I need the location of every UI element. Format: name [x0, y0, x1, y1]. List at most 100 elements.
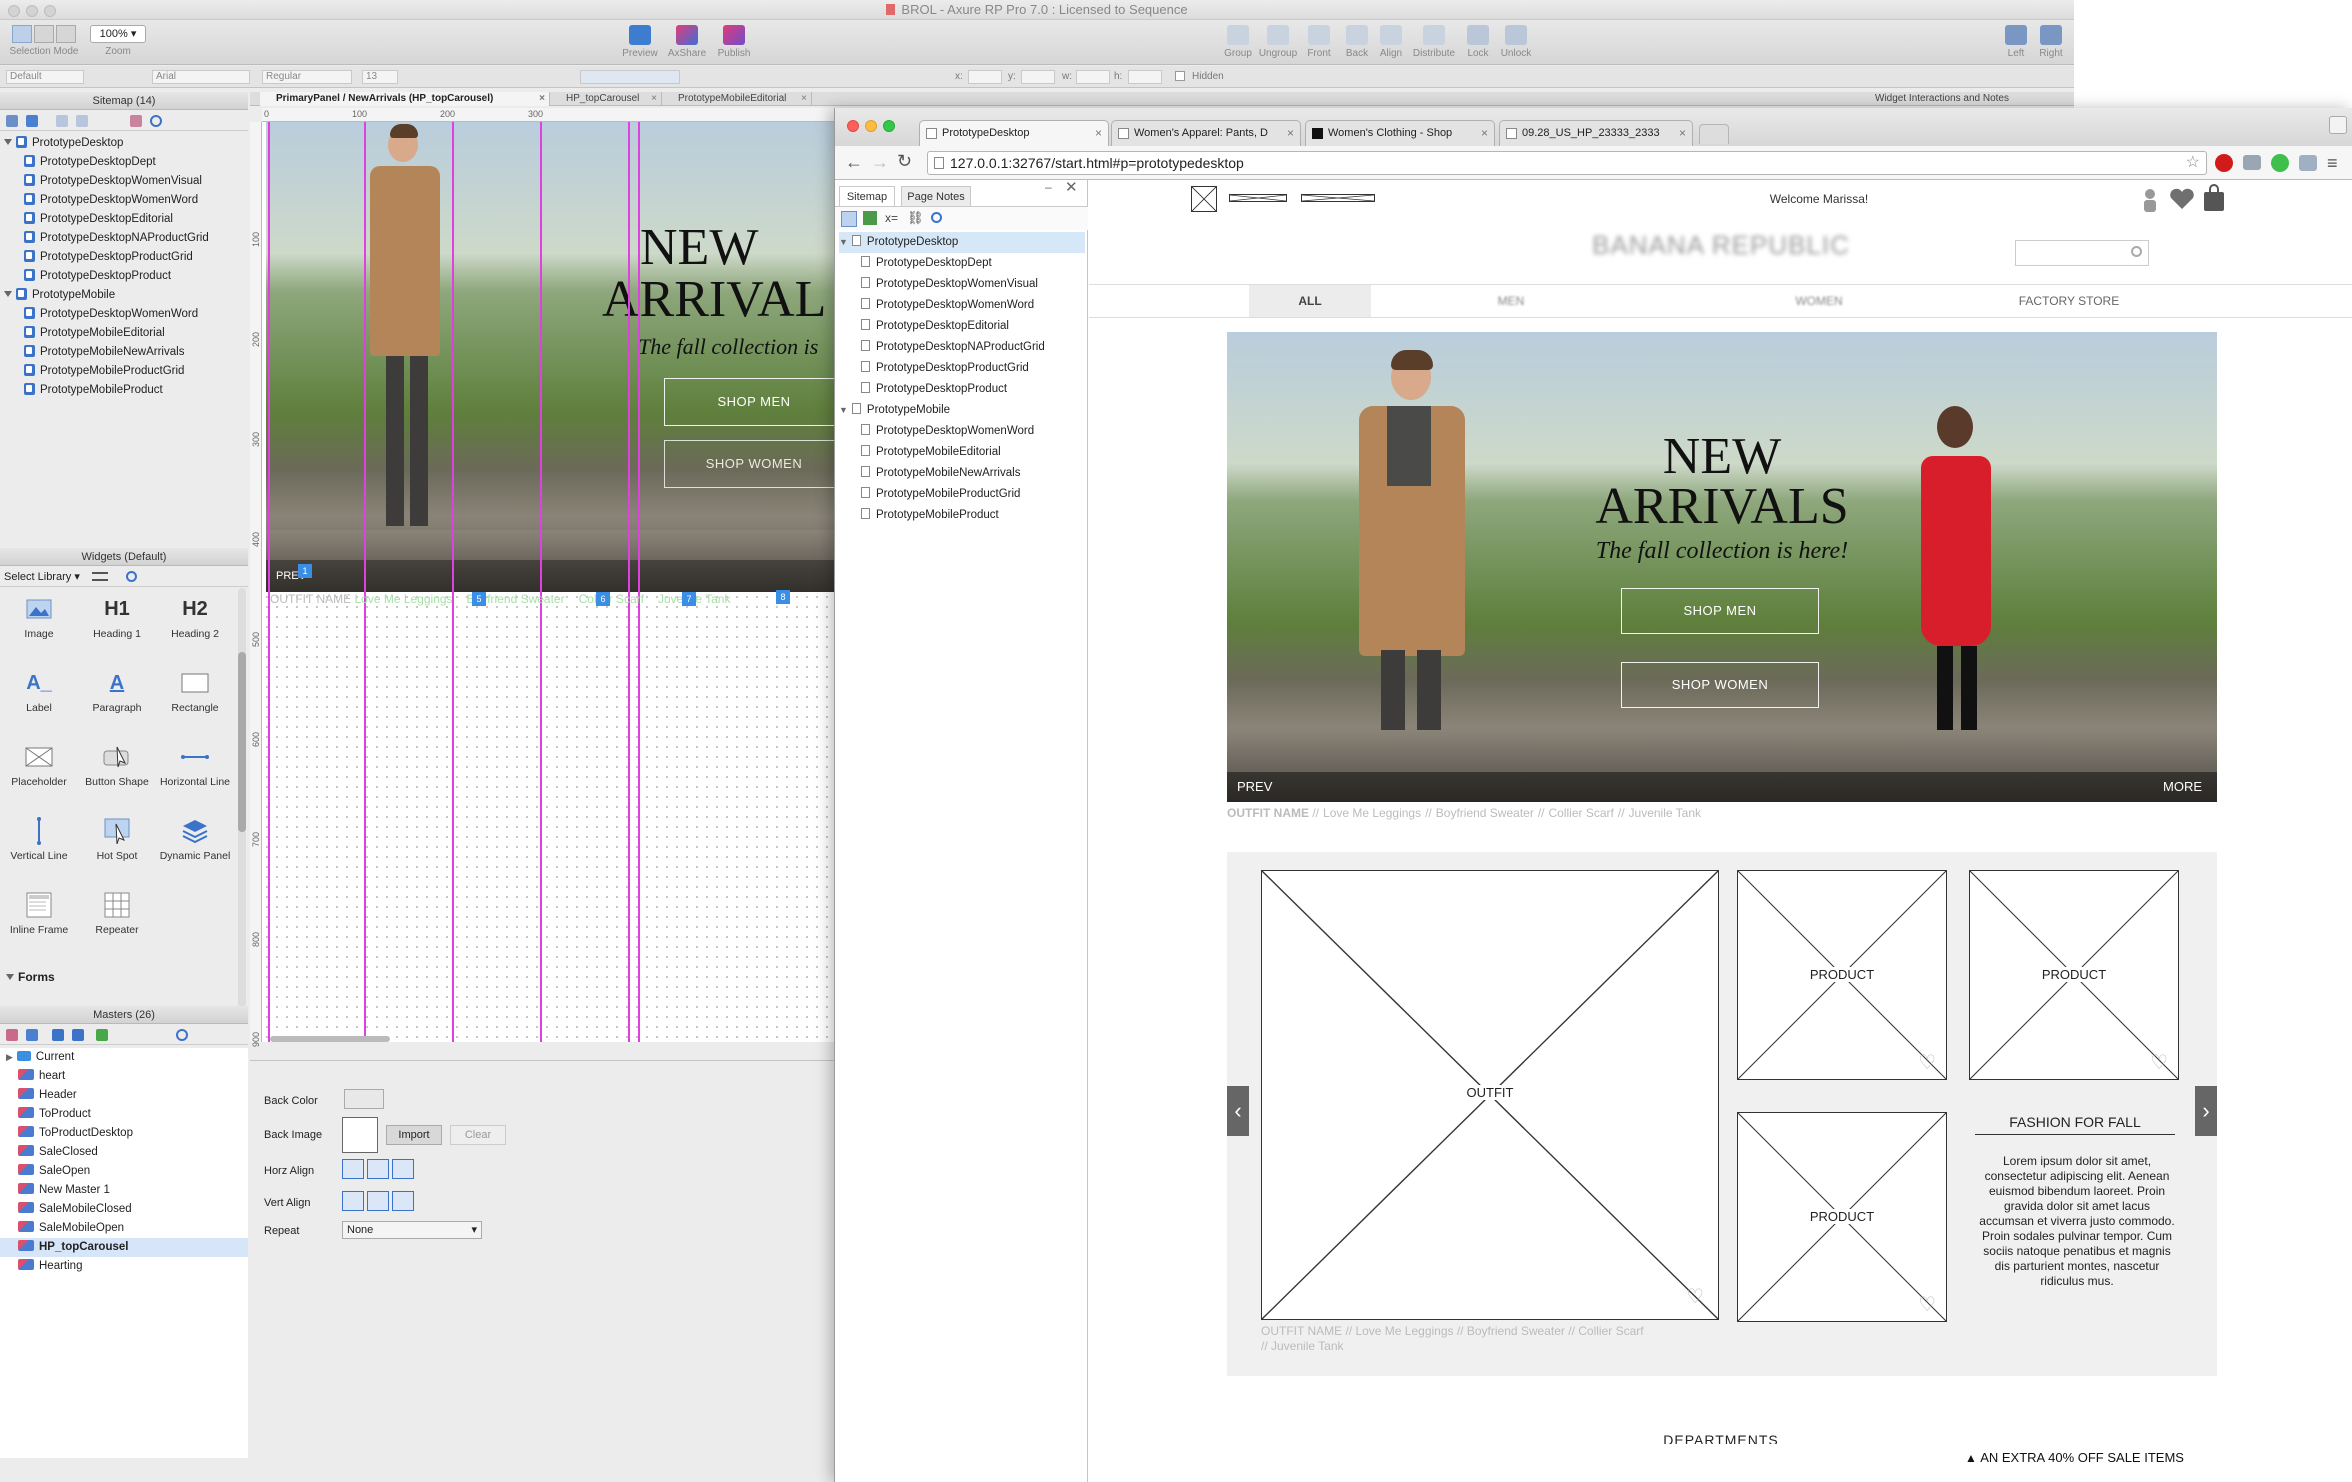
master-item[interactable]: Hearting: [0, 1257, 248, 1276]
menu-icon[interactable]: ≡: [2327, 153, 2338, 174]
sitemap-page[interactable]: PrototypeDesktopNAProductGrid: [4, 229, 244, 248]
bookmark-star-icon[interactable]: ☆: [2186, 152, 2200, 174]
disclosure-icon[interactable]: ▼: [839, 405, 848, 415]
canvas-tab[interactable]: PrototypeMobileEditorial ×: [662, 92, 812, 106]
hidden-checkbox[interactable]: [1175, 71, 1185, 81]
nav-women[interactable]: WOMEN: [1769, 285, 1869, 317]
camera-icon[interactable]: [2243, 155, 2261, 170]
search-icon[interactable]: [126, 571, 137, 582]
prototype-sitemap-page[interactable]: PrototypeMobileProduct: [839, 505, 1085, 526]
master-item[interactable]: SaleMobileClosed: [0, 1200, 248, 1219]
grid-prev-arrow[interactable]: ‹: [1227, 1086, 1249, 1136]
promo-bar[interactable]: ▲ AN EXTRA 40% OFF SALE ITEMS: [1965, 1450, 2184, 1465]
close-tab-icon[interactable]: ×: [1095, 121, 1102, 145]
select-contain-icon[interactable]: [34, 25, 54, 43]
close-tab-icon[interactable]: ×: [1679, 121, 1686, 145]
nav-placeholder[interactable]: [1301, 194, 1375, 202]
repeat-select[interactable]: None ▾: [342, 1221, 482, 1239]
lock-button[interactable]: Lock: [1464, 25, 1492, 59]
preview-button[interactable]: Preview: [620, 25, 660, 59]
canvas-tab[interactable]: HP_topCarousel ×: [550, 92, 662, 106]
interaction-marker[interactable]: 6: [596, 592, 610, 606]
profile-icon[interactable]: [2329, 116, 2347, 134]
x-field[interactable]: [968, 70, 1002, 84]
back-button[interactable]: Back: [1342, 25, 1372, 59]
widget-hot-spot[interactable]: Hot Spot: [78, 816, 156, 862]
widgets-scrollbar[interactable]: [238, 588, 246, 1008]
browser-tab[interactable]: PrototypeDesktop ×: [919, 120, 1109, 146]
grid-next-arrow[interactable]: ›: [2195, 1086, 2217, 1136]
ungroup-button[interactable]: Ungroup: [1258, 25, 1298, 59]
move-up-icon[interactable]: [56, 115, 68, 127]
move-down-icon[interactable]: [76, 115, 88, 127]
opera-icon[interactable]: [2215, 154, 2233, 172]
search-input[interactable]: [2015, 240, 2149, 266]
product-placeholder[interactable]: PRODUCT ♡: [1737, 870, 1947, 1080]
delete-icon[interactable]: [130, 115, 142, 127]
unlock-button[interactable]: Unlock: [1498, 25, 1534, 59]
nav-men[interactable]: MEN: [1461, 285, 1561, 317]
product-placeholder[interactable]: PRODUCT ♡: [1737, 1112, 1947, 1322]
disclosure-icon[interactable]: [4, 139, 12, 145]
prototype-sitemap-page[interactable]: PrototypeMobileNewArrivals: [839, 463, 1085, 484]
guide-line[interactable]: [628, 122, 630, 1042]
sitemap-page[interactable]: PrototypeDesktopWomenWord: [4, 191, 244, 210]
reload-icon[interactable]: ↻: [897, 151, 912, 172]
widget-dynamic-panel[interactable]: Dynamic Panel: [156, 816, 234, 862]
carousel-more[interactable]: MORE: [2163, 779, 2202, 794]
nav-placeholder[interactable]: [1229, 194, 1287, 202]
close-tab-icon[interactable]: ×: [1481, 121, 1488, 145]
browser-tab[interactable]: Women's Clothing - Shop ×: [1305, 120, 1495, 146]
prototype-sitemap-page[interactable]: PrototypeDesktopProduct: [839, 379, 1085, 400]
master-item[interactable]: SaleClosed: [0, 1143, 248, 1162]
sitemap-page[interactable]: PrototypeDesktopWomenWord: [4, 305, 244, 324]
close-icon[interactable]: ×: [539, 92, 545, 106]
back-color-picker[interactable]: [344, 1089, 384, 1109]
grid-caption[interactable]: OUTFIT NAME // Love Me Leggings // Boyfr…: [1261, 1324, 1644, 1354]
master-item[interactable]: ▶ Current: [0, 1048, 248, 1067]
sitemap-page[interactable]: PrototypeMobileProductGrid: [4, 362, 244, 381]
group-button[interactable]: Group: [1222, 25, 1254, 59]
widget-inline-frame[interactable]: Inline Frame: [0, 890, 78, 936]
add-folder-icon[interactable]: [26, 115, 38, 127]
prototype-sitemap-page[interactable]: PrototypeDesktopProductGrid: [839, 358, 1085, 379]
prototype-sitemap-page[interactable]: PrototypeDesktopDept: [839, 253, 1085, 274]
master-item[interactable]: SaleOpen: [0, 1162, 248, 1181]
nav-factory-store[interactable]: FACTORY STORE: [2009, 285, 2129, 317]
sitemap-page[interactable]: PrototypeDesktopProduct: [4, 267, 244, 286]
search-icon[interactable]: [176, 1029, 188, 1041]
widget-repeater[interactable]: Repeater: [78, 890, 156, 936]
heart-icon[interactable]: ♡: [1686, 1284, 1704, 1309]
widget-heading-2[interactable]: H2 Heading 2: [156, 594, 234, 641]
forward-arrow-icon[interactable]: →: [871, 152, 889, 173]
sitemap-page[interactable]: PrototypeMobileProduct: [4, 381, 244, 400]
new-tab-button[interactable]: [1699, 124, 1729, 144]
sitemap-page[interactable]: PrototypeDesktopWomenVisual: [4, 172, 244, 191]
close-window-button[interactable]: [8, 5, 20, 17]
add-master-icon[interactable]: [6, 1029, 18, 1041]
prototype-sitemap-page[interactable]: ▼ PrototypeDesktop: [839, 232, 1085, 253]
interaction-marker[interactable]: 5: [472, 592, 486, 606]
sitemap-page[interactable]: PrototypeDesktopEditorial: [4, 210, 244, 229]
search-icon[interactable]: [150, 115, 162, 127]
close-icon[interactable]: ×: [801, 92, 807, 106]
canvas-hero-image[interactable]: NEW ARRIVAL The fall collection is SHOP M…: [266, 122, 834, 592]
select-intersect-icon[interactable]: [12, 25, 32, 43]
disclosure-icon[interactable]: ▼: [839, 237, 848, 247]
prototype-sitemap-page[interactable]: PrototypeDesktopWomenWord: [839, 421, 1085, 442]
sitemap-page[interactable]: PrototypeDesktop: [4, 134, 244, 153]
w-field[interactable]: [1076, 70, 1110, 84]
import-button[interactable]: Import: [386, 1125, 442, 1145]
forms-section[interactable]: Forms: [6, 970, 55, 984]
nav-all[interactable]: ALL: [1249, 285, 1371, 317]
carousel-prev[interactable]: PREV: [1237, 779, 1272, 794]
y-field[interactable]: [1021, 70, 1055, 84]
list-view-icon[interactable]: [92, 572, 108, 581]
brand-logo[interactable]: BANANA REPUBLIC: [1089, 230, 2352, 261]
close-icon[interactable]: ×: [651, 92, 657, 106]
search-icon[interactable]: [931, 212, 942, 223]
guide-line[interactable]: [638, 122, 640, 1042]
widget-horizontal-line[interactable]: Horizontal Line: [156, 742, 234, 788]
front-button[interactable]: Front: [1304, 25, 1334, 59]
widget-placeholder[interactable]: Placeholder: [0, 742, 78, 788]
